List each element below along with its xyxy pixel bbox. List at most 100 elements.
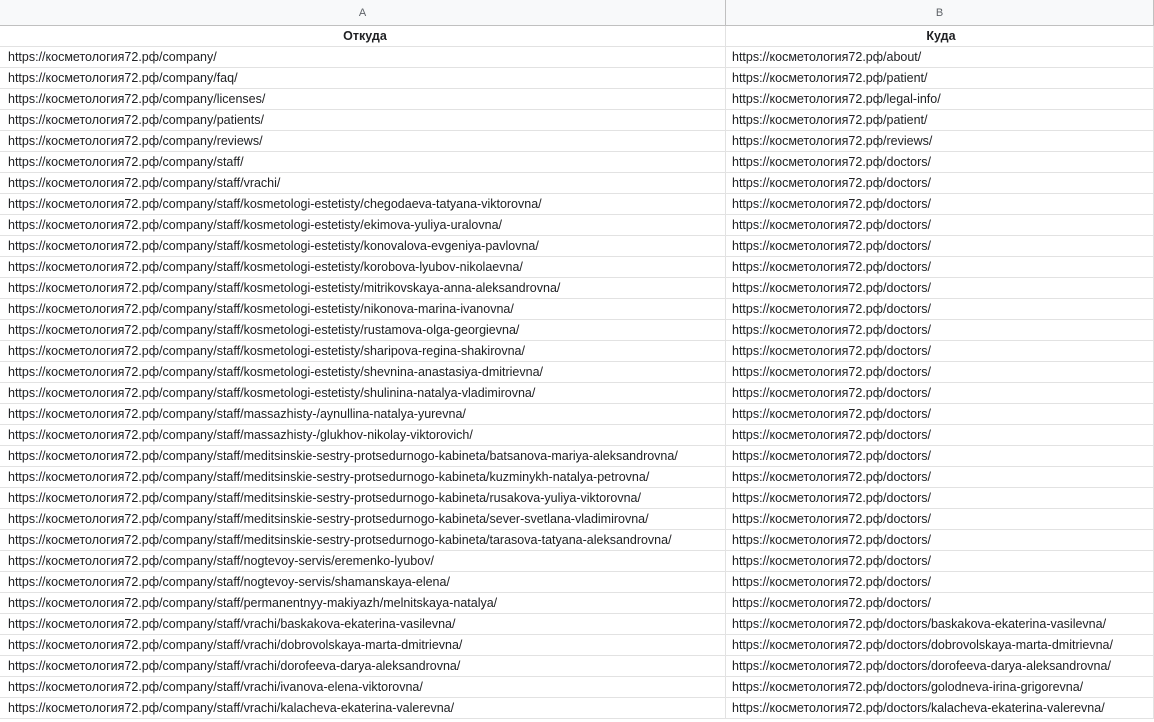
cell-to[interactable]: https://косметология72.рф/doctors/ (726, 362, 1154, 382)
cell-from[interactable]: https://косметология72.рф/company/staff/… (0, 383, 726, 403)
table-row: https://косметология72.рф/company/staff/… (0, 320, 1154, 341)
table-row: https://косметология72.рф/company/staff/… (0, 152, 1154, 173)
table-row: https://косметология72.рф/company/staff/… (0, 341, 1154, 362)
table-row: https://косметология72.рф/company/staff/… (0, 614, 1154, 635)
table-row: https://косметология72.рф/company/staff/… (0, 530, 1154, 551)
cell-to[interactable]: https://косметология72.рф/doctors/ (726, 509, 1154, 529)
cell-to[interactable]: https://косметология72.рф/about/ (726, 47, 1154, 67)
cell-from[interactable]: https://косметология72.рф/company/staff/… (0, 698, 726, 718)
cell-from[interactable]: https://косметология72.рф/company/staff/… (0, 425, 726, 445)
cell-from[interactable]: https://косметология72.рф/company/staff/… (0, 404, 726, 424)
cell-from[interactable]: https://косметология72.рф/company/staff/… (0, 362, 726, 382)
table-row: https://косметология72.рф/company/licens… (0, 89, 1154, 110)
header-cell-from[interactable]: Откуда (0, 26, 726, 46)
cell-from[interactable]: https://косметология72.рф/company/staff/… (0, 614, 726, 634)
cell-from[interactable]: https://косметология72.рф/company/staff/… (0, 509, 726, 529)
table-row: https://косметология72.рф/company/staff/… (0, 572, 1154, 593)
cell-to[interactable]: https://косметология72.рф/patient/ (726, 68, 1154, 88)
cell-to[interactable]: https://косметология72.рф/doctors/ (726, 383, 1154, 403)
cell-to[interactable]: https://косметология72.рф/doctors/ (726, 551, 1154, 571)
cell-to[interactable]: https://косметология72.рф/doctors/ (726, 530, 1154, 550)
cell-to[interactable]: https://косметология72.рф/doctors/ (726, 278, 1154, 298)
cell-from[interactable]: https://косметология72.рф/company/staff/… (0, 656, 726, 676)
cell-from[interactable]: https://косметология72.рф/company/staff/… (0, 530, 726, 550)
table-row: https://косметология72.рф/company/staff/… (0, 551, 1154, 572)
cell-from[interactable]: https://косметология72.рф/company/ (0, 47, 726, 67)
cell-to[interactable]: https://косметология72.рф/doctors/baskak… (726, 614, 1154, 634)
cell-to[interactable]: https://косметология72.рф/doctors/ (726, 236, 1154, 256)
cell-from[interactable]: https://косметология72.рф/company/staff/… (0, 446, 726, 466)
cell-from[interactable]: https://косметология72.рф/company/staff/… (0, 341, 726, 361)
table-row: https://косметология72.рф/company/staff/… (0, 635, 1154, 656)
table-row: https://косметология72.рф/company/staff/… (0, 278, 1154, 299)
cell-from[interactable]: https://косметология72.рф/company/staff/… (0, 194, 726, 214)
cell-from[interactable]: https://косметология72.рф/company/faq/ (0, 68, 726, 88)
cell-to[interactable]: https://косметология72.рф/doctors/ (726, 572, 1154, 592)
table-header-row: Откуда Куда (0, 26, 1154, 47)
spreadsheet: A B Откуда Куда https://косметология72.р… (0, 0, 1154, 722)
cell-from[interactable]: https://косметология72.рф/company/review… (0, 131, 726, 151)
cell-to[interactable]: https://косметология72.рф/doctors/ (726, 488, 1154, 508)
header-cell-to[interactable]: Куда (726, 26, 1154, 46)
column-header-b[interactable]: B (726, 0, 1154, 25)
table-row: https://косметология72.рф/company/staff/… (0, 194, 1154, 215)
cell-to[interactable]: https://косметология72.рф/doctors/ (726, 194, 1154, 214)
table-row: https://косметология72.рф/company/staff/… (0, 698, 1154, 719)
cell-from[interactable]: https://косметология72.рф/company/patien… (0, 110, 726, 130)
cell-to[interactable]: https://косметология72.рф/doctors/dobrov… (726, 635, 1154, 655)
table-row: https://косметология72.рф/company/staff/… (0, 383, 1154, 404)
cell-from[interactable]: https://косметология72.рф/company/staff/… (0, 173, 726, 193)
table-row: https://косметология72.рф/company/patien… (0, 110, 1154, 131)
cell-to[interactable]: https://косметология72.рф/doctors/ (726, 173, 1154, 193)
cell-from[interactable]: https://косметология72.рф/company/staff/… (0, 488, 726, 508)
cell-from[interactable]: https://косметология72.рф/company/staff/… (0, 572, 726, 592)
cell-to[interactable]: https://косметология72.рф/doctors/ (726, 404, 1154, 424)
cell-from[interactable]: https://косметология72.рф/company/staff/… (0, 677, 726, 697)
table-row: https://косметология72.рф/company/staff/… (0, 425, 1154, 446)
table-row: https://косметология72.рф/company/review… (0, 131, 1154, 152)
table-row: https://косметология72.рф/company/staff/… (0, 173, 1154, 194)
cell-from[interactable]: https://косметология72.рф/company/staff/ (0, 152, 726, 172)
cell-to[interactable]: https://косметология72.рф/doctors/ (726, 593, 1154, 613)
cell-from[interactable]: https://косметология72.рф/company/staff/… (0, 551, 726, 571)
cell-to[interactable]: https://косметология72.рф/doctors/ (726, 446, 1154, 466)
cell-from[interactable]: https://косметология72.рф/company/staff/… (0, 236, 726, 256)
table-row: https://косметология72.рф/company/staff/… (0, 404, 1154, 425)
cell-from[interactable]: https://косметология72.рф/company/staff/… (0, 299, 726, 319)
cell-from[interactable]: https://косметология72.рф/company/staff/… (0, 467, 726, 487)
table-row: https://косметология72.рф/company/staff/… (0, 488, 1154, 509)
cell-to[interactable]: https://косметология72.рф/legal-info/ (726, 89, 1154, 109)
cell-from[interactable]: https://косметология72.рф/company/staff/… (0, 215, 726, 235)
cell-from[interactable]: https://косметология72.рф/company/staff/… (0, 278, 726, 298)
cell-to[interactable]: https://косметология72.рф/doctors/ (726, 152, 1154, 172)
cell-to[interactable]: https://косметология72.рф/doctors/ (726, 320, 1154, 340)
cell-to[interactable]: https://косметология72.рф/doctors/ (726, 299, 1154, 319)
cell-to[interactable]: https://косметология72.рф/doctors/ (726, 425, 1154, 445)
table-body: https://косметология72.рф/company/https:… (0, 47, 1154, 719)
cell-to[interactable]: https://косметология72.рф/doctors/kalach… (726, 698, 1154, 718)
cell-to[interactable]: https://косметология72.рф/doctors/ (726, 257, 1154, 277)
cell-to[interactable]: https://косметология72.рф/doctors/dorofe… (726, 656, 1154, 676)
table-row: https://косметология72.рф/company/staff/… (0, 236, 1154, 257)
table-row: https://косметология72.рф/company/staff/… (0, 257, 1154, 278)
table-row: https://косметология72.рф/company/https:… (0, 47, 1154, 68)
column-header-a[interactable]: A (0, 0, 726, 25)
cell-to[interactable]: https://косметология72.рф/doctors/ (726, 467, 1154, 487)
cell-from[interactable]: https://косметология72.рф/company/staff/… (0, 320, 726, 340)
cell-to[interactable]: https://косметология72.рф/reviews/ (726, 131, 1154, 151)
cell-from[interactable]: https://косметология72.рф/company/licens… (0, 89, 726, 109)
cell-to[interactable]: https://косметология72.рф/patient/ (726, 110, 1154, 130)
cell-from[interactable]: https://косметология72.рф/company/staff/… (0, 257, 726, 277)
table-row: https://косметология72.рф/company/staff/… (0, 362, 1154, 383)
cell-to[interactable]: https://косметология72.рф/doctors/ (726, 341, 1154, 361)
cell-from[interactable]: https://косметология72.рф/company/staff/… (0, 593, 726, 613)
column-header-bar: A B (0, 0, 1154, 26)
table-row: https://косметология72.рф/company/staff/… (0, 446, 1154, 467)
cell-to[interactable]: https://косметология72.рф/doctors/ (726, 215, 1154, 235)
table-row: https://косметология72.рф/company/staff/… (0, 467, 1154, 488)
table-row: https://косметология72.рф/company/staff/… (0, 509, 1154, 530)
table-row: https://косметология72.рф/company/staff/… (0, 656, 1154, 677)
cell-to[interactable]: https://косметология72.рф/doctors/golodn… (726, 677, 1154, 697)
table-row: https://косметология72.рф/company/staff/… (0, 677, 1154, 698)
cell-from[interactable]: https://косметология72.рф/company/staff/… (0, 635, 726, 655)
